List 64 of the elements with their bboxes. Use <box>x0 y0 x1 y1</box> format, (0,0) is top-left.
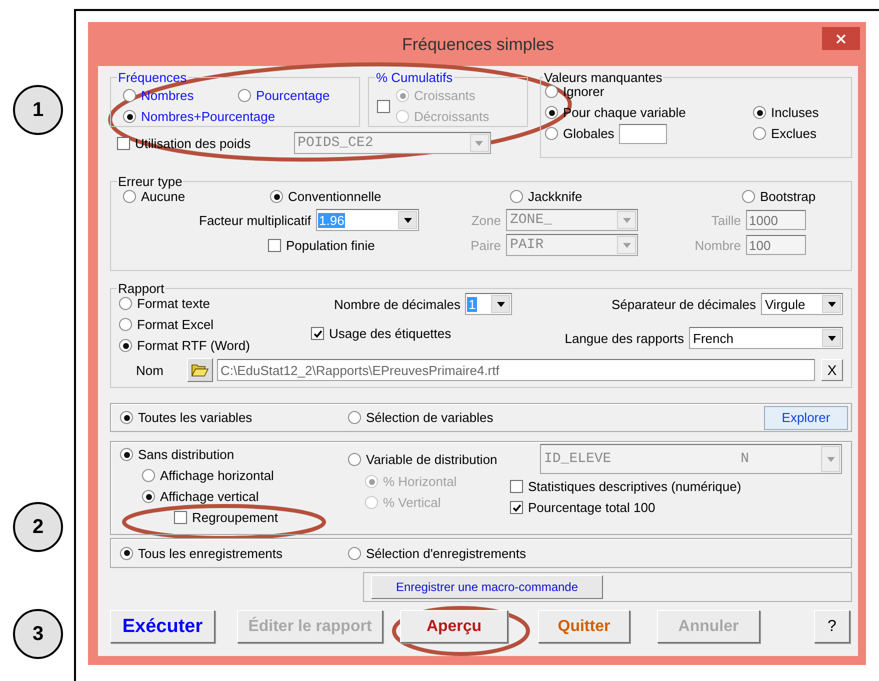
radio-button[interactable]: Toutes les variables <box>120 407 348 428</box>
radio-button[interactable]: Sélection d'enregistrements <box>348 542 526 564</box>
radio-button[interactable]: Sélection de variables <box>348 407 494 428</box>
dropdown[interactable]: French <box>689 327 843 349</box>
radio-button[interactable]: Exclues <box>753 123 819 144</box>
dropdown[interactable]: Virgule <box>761 293 843 315</box>
checkbox[interactable]: Population finie <box>268 234 375 256</box>
radio-button[interactable]: Tous les enregistrements <box>120 542 348 564</box>
field-label: Zone <box>470 212 502 228</box>
radio-button[interactable]: Affichage vertical <box>142 486 348 507</box>
caret-icon <box>475 140 484 146</box>
callout-number: 2 <box>13 502 63 552</box>
action-button[interactable]: ? <box>814 610 850 643</box>
caret-icon <box>496 302 505 306</box>
caret-icon <box>622 218 630 222</box>
field-label: Nom <box>136 362 164 378</box>
group-title: Valeurs manquantes <box>543 70 664 85</box>
callout-number: 3 <box>13 609 63 659</box>
field-label: Nombre <box>694 238 742 252</box>
radio-button[interactable]: Sans distribution <box>120 444 348 465</box>
radio-button[interactable]: Bootstrap <box>742 186 843 207</box>
caret-icon <box>826 456 834 462</box>
folder-icon <box>191 363 210 377</box>
radio-button[interactable]: Format RTF (Word) <box>119 335 311 356</box>
action-button[interactable]: Aperçu <box>400 610 508 643</box>
group-title: Fréquences <box>117 70 188 85</box>
text-field[interactable] <box>619 124 668 144</box>
radio-button[interactable]: Nombres+Pourcentage <box>123 106 351 127</box>
group-title: % Cumulatifs <box>375 70 454 85</box>
radio-button[interactable]: Nombres <box>123 85 238 106</box>
callout-number: 1 <box>13 85 63 135</box>
radio-button[interactable]: Jackknife <box>510 186 742 207</box>
group-title: Rapport <box>117 281 166 296</box>
checkbox[interactable]: Usage des étiquettes <box>311 323 452 344</box>
field-label: Facteur multiplicatif <box>198 212 312 228</box>
field-label: Langue des rapports <box>564 330 684 346</box>
checkbox[interactable]: Regroupement <box>174 507 278 528</box>
checkbox[interactable]: Pourcentage total 100 <box>510 497 742 518</box>
caret-icon <box>404 218 412 222</box>
radio-button[interactable]: Conventionnelle <box>270 186 510 207</box>
macro-button[interactable]: Enregistrer une macro-commande <box>371 575 603 599</box>
close-button[interactable] <box>822 27 860 50</box>
field-label: Paire <box>470 238 502 252</box>
group-title: Erreur type <box>117 174 184 189</box>
caret-icon <box>828 336 836 340</box>
field-label: Nombre de décimales <box>334 296 460 312</box>
radio-button[interactable]: Incluses <box>753 102 819 123</box>
field-label: Taille <box>710 212 742 228</box>
field-label: Séparateur de décimales <box>611 296 756 312</box>
radio-button[interactable]: Pourcentage <box>238 85 351 106</box>
caret-icon <box>622 242 630 248</box>
caret-icon <box>828 302 836 306</box>
clear-button[interactable]: X <box>821 359 843 381</box>
text-field[interactable]: C:\EduStat12_2\Rapports\EPreuvesPrimaire4.rtf <box>217 359 815 381</box>
radio-button[interactable]: Affichage horizontal <box>142 465 348 486</box>
explore-button[interactable]: Explorer <box>764 406 848 430</box>
close-icon <box>836 34 846 44</box>
radio-button[interactable]: Globales <box>545 123 614 144</box>
checkbox[interactable]: Statistiques descriptives (numérique) <box>510 476 742 497</box>
action-button[interactable]: Exécuter <box>110 610 215 643</box>
folder-button[interactable] <box>187 358 214 382</box>
radio-button[interactable]: Variable de distribution <box>348 448 540 470</box>
window-title: Fréquences simples <box>402 35 554 55</box>
radio-button[interactable]: Format Excel <box>119 314 311 335</box>
